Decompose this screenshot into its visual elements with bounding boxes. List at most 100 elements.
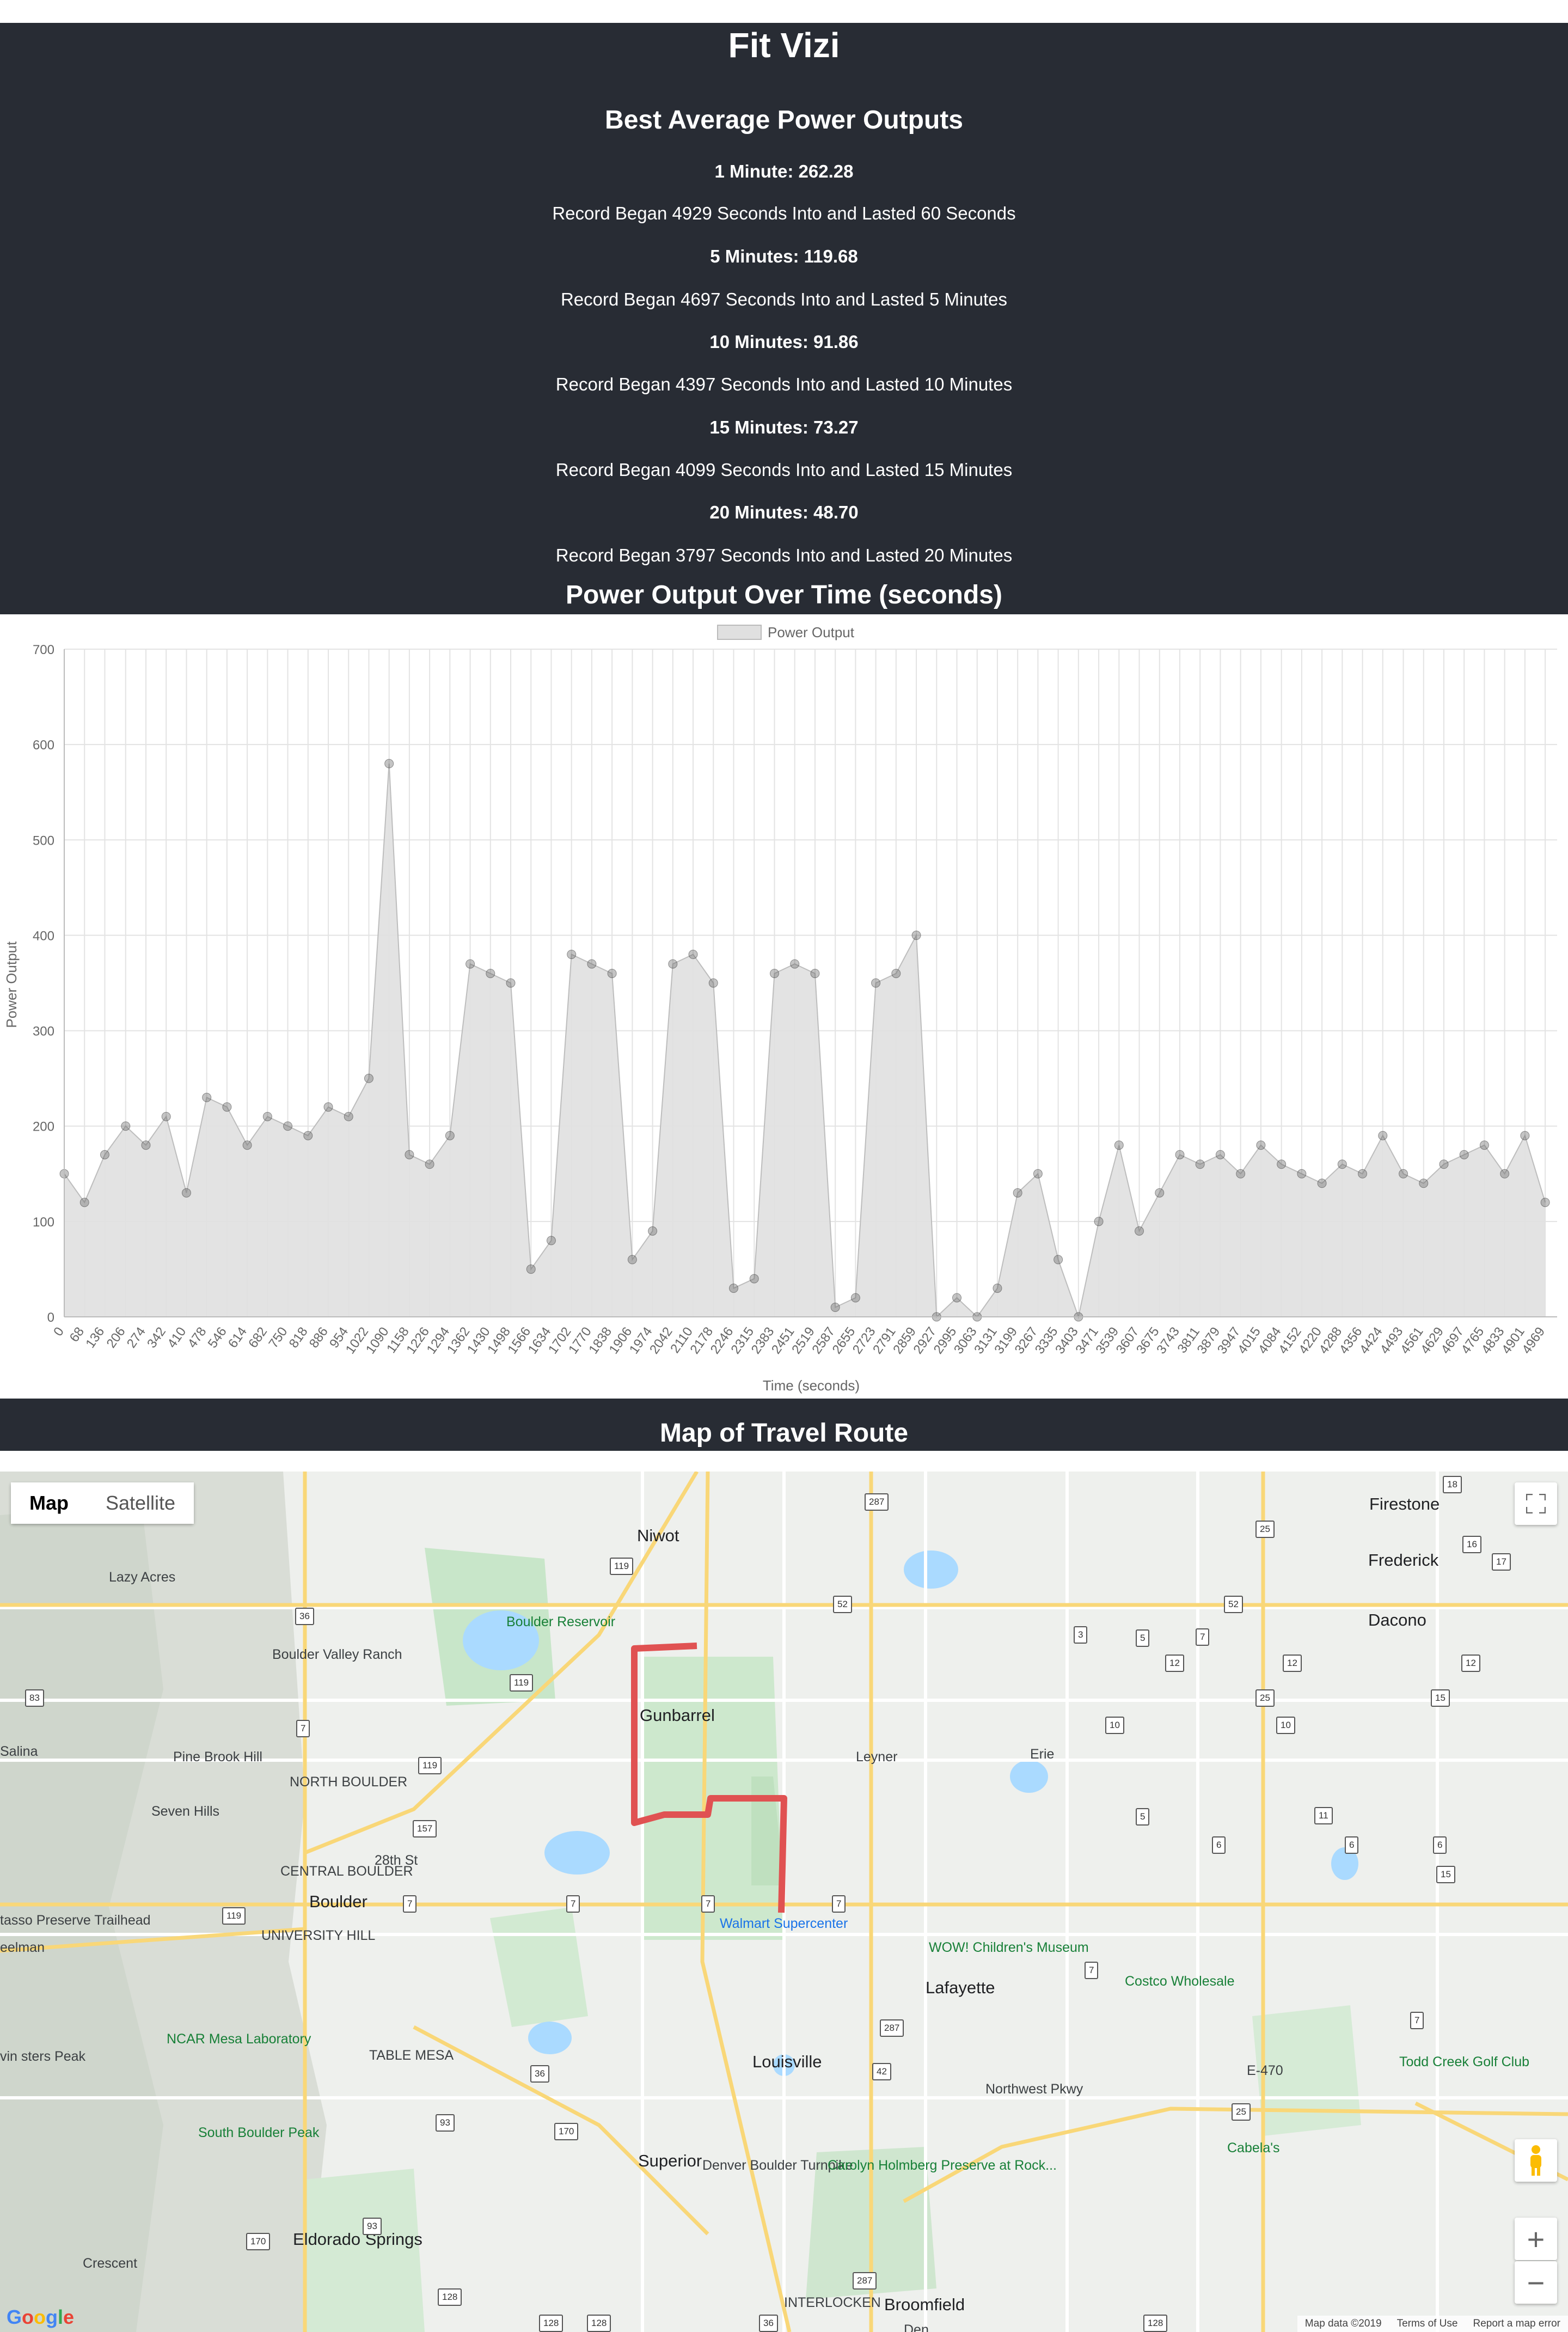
fullscreen-icon bbox=[1526, 1494, 1546, 1513]
x-tick-label: 4288 bbox=[1316, 1324, 1345, 1357]
data-point bbox=[1135, 1226, 1144, 1236]
data-point bbox=[567, 949, 577, 959]
terms-of-use-link[interactable]: Terms of Use bbox=[1397, 2316, 1458, 2332]
x-tick-label: 682 bbox=[246, 1324, 270, 1351]
record-5min-desc: Record Began 4697 Seconds Into and Laste… bbox=[560, 289, 1008, 309]
data-point bbox=[749, 1274, 759, 1284]
data-point bbox=[1317, 1179, 1327, 1188]
map-data-credit: Map data ©2019 bbox=[1304, 2318, 1382, 2329]
road-shield: 128 bbox=[1143, 2315, 1168, 2332]
data-point bbox=[850, 1293, 860, 1303]
x-tick-label: 206 bbox=[104, 1324, 128, 1351]
x-tick-label: 1362 bbox=[444, 1324, 473, 1357]
road-shield: 3 bbox=[1074, 1626, 1088, 1644]
data-point bbox=[769, 968, 779, 978]
road-shield: 15 bbox=[1436, 1866, 1455, 1883]
street-view-pegman[interactable] bbox=[1515, 2139, 1557, 2182]
zoom-in-button[interactable]: + bbox=[1515, 2218, 1557, 2260]
map-place-label: UNIVERSITY HILL bbox=[261, 1928, 376, 1943]
map-place-label: Frederick bbox=[1368, 1550, 1439, 1570]
road-shield: 25 bbox=[1232, 2103, 1251, 2121]
x-tick-label: 136 bbox=[83, 1324, 107, 1351]
road-shield: 7 bbox=[1410, 2012, 1424, 2029]
data-point bbox=[1479, 1140, 1489, 1150]
x-tick-label: 3063 bbox=[951, 1324, 980, 1357]
data-point bbox=[688, 949, 698, 959]
map-place-label: Lafayette bbox=[926, 1978, 995, 1997]
x-tick-label: 4152 bbox=[1276, 1324, 1304, 1357]
record-10min-desc: Record Began 4397 Seconds Into and Laste… bbox=[555, 374, 1013, 394]
x-tick-label: 546 bbox=[205, 1324, 230, 1351]
map-place-label: Superior bbox=[638, 2151, 702, 2170]
road-shield: 25 bbox=[1255, 1521, 1275, 1538]
google-logo[interactable]: Google bbox=[7, 2306, 74, 2329]
map-canvas[interactable] bbox=[0, 1472, 1568, 2332]
record-1min-title: 1 Minute: 262.28 bbox=[714, 161, 854, 181]
x-tick-label: 410 bbox=[164, 1324, 189, 1351]
x-tick-label: 4015 bbox=[1235, 1324, 1264, 1357]
chart-heading: Power Output Over Time (seconds) bbox=[566, 581, 1002, 609]
y-tick-label: 0 bbox=[47, 1310, 54, 1325]
road-shield: 6 bbox=[1345, 1836, 1359, 1854]
x-tick-label: 818 bbox=[286, 1324, 311, 1351]
data-point bbox=[871, 978, 881, 988]
data-point bbox=[344, 1112, 353, 1121]
map-place-label: Boulder Valley Ranch bbox=[272, 1647, 402, 1662]
road-shield: 6 bbox=[1433, 1836, 1447, 1854]
record-15min-desc: Record Began 4099 Seconds Into and Laste… bbox=[555, 460, 1013, 480]
route-map[interactable]: Map Satellite + − Google Map data ©2019 … bbox=[0, 1472, 1568, 2332]
record-20min-desc: Record Began 3797 Seconds Into and Laste… bbox=[555, 545, 1013, 565]
road-shield: 93 bbox=[436, 2114, 455, 2132]
map-place-label: INTERLOCKEN bbox=[784, 2295, 881, 2310]
data-point bbox=[1439, 1159, 1449, 1169]
x-tick-label: 3539 bbox=[1093, 1324, 1122, 1357]
road-shield: 10 bbox=[1105, 1717, 1124, 1734]
x-tick-label: 3947 bbox=[1215, 1324, 1244, 1357]
road-shield: 52 bbox=[833, 1596, 852, 1613]
road-shield: 10 bbox=[1276, 1717, 1295, 1734]
data-point bbox=[790, 959, 800, 969]
data-point bbox=[1256, 1140, 1266, 1150]
x-tick-label: 2042 bbox=[647, 1324, 676, 1357]
series-area bbox=[64, 764, 1546, 1317]
road-shield: 128 bbox=[587, 2315, 611, 2332]
best-power-heading: Best Average Power Outputs bbox=[605, 106, 963, 135]
road-shield: 5 bbox=[1136, 1629, 1150, 1647]
record-5min-title: 5 Minutes: 119.68 bbox=[710, 246, 858, 266]
road-shield: 7 bbox=[1085, 1962, 1099, 1979]
x-tick-label: 2791 bbox=[870, 1324, 899, 1357]
x-tick-label: 3607 bbox=[1113, 1324, 1142, 1357]
data-point bbox=[121, 1121, 131, 1131]
y-axis-label: Power Output bbox=[3, 941, 20, 1028]
x-tick-label: 1430 bbox=[464, 1324, 493, 1357]
road-shield: 93 bbox=[363, 2218, 382, 2235]
road-shield: 7 bbox=[701, 1895, 715, 1913]
data-point bbox=[222, 1102, 232, 1112]
data-point bbox=[1195, 1159, 1205, 1169]
road-shield: 12 bbox=[1461, 1655, 1480, 1672]
zoom-out-button[interactable]: − bbox=[1515, 2261, 1557, 2304]
x-tick-label: 4356 bbox=[1337, 1324, 1365, 1357]
report-map-error-link[interactable]: Report a map error bbox=[1473, 2316, 1560, 2332]
map-place-label: Northwest Pkwy bbox=[985, 2081, 1083, 2097]
data-point bbox=[202, 1092, 212, 1102]
road-shield: 52 bbox=[1224, 1596, 1243, 1613]
map-type-map-button[interactable]: Map bbox=[11, 1482, 87, 1524]
x-tick-label: 3267 bbox=[1012, 1324, 1041, 1357]
data-point bbox=[1094, 1217, 1104, 1226]
data-point bbox=[1459, 1150, 1469, 1159]
fullscreen-button[interactable] bbox=[1515, 1482, 1557, 1525]
data-point bbox=[1520, 1131, 1530, 1140]
x-tick-label: 750 bbox=[266, 1324, 290, 1351]
map-type-satellite-button[interactable]: Satellite bbox=[87, 1482, 194, 1524]
x-tick-label: 4493 bbox=[1377, 1324, 1406, 1357]
x-tick-label: 4561 bbox=[1398, 1324, 1426, 1357]
data-point bbox=[587, 959, 597, 969]
map-place-label: NORTH BOULDER bbox=[290, 1774, 408, 1790]
map-heading: Map of Travel Route bbox=[659, 1419, 909, 1448]
road-shield: 170 bbox=[246, 2233, 271, 2250]
road-shield: 7 bbox=[832, 1895, 846, 1913]
map-place-label: Boulder Reservoir bbox=[506, 1614, 616, 1629]
power-chart-svg: 01002003004005006007000 68136206274342410… bbox=[3, 624, 1557, 1394]
data-point bbox=[1054, 1255, 1063, 1265]
